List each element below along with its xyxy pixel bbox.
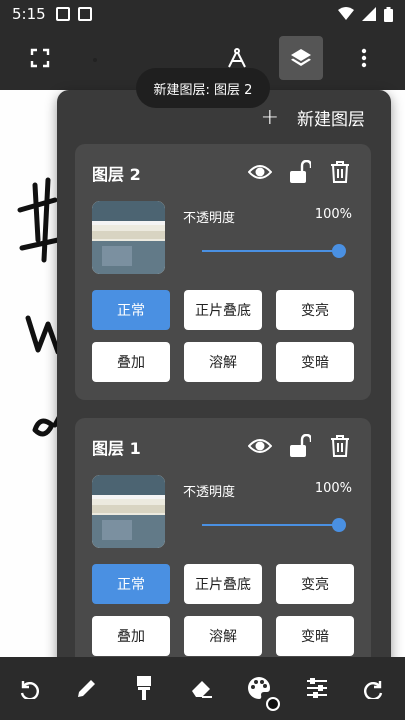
blend-normal-button[interactable]: 正常 [92,564,170,604]
layers-button[interactable] [279,36,323,80]
blend-normal-button[interactable]: 正常 [92,290,170,330]
layer-card-2[interactable]: 图层 2 不透明度 100% 正常 正片叠底 变亮 叠加 溶解 变暗 [75,144,371,400]
opacity-slider[interactable] [202,518,346,532]
more-options-button[interactable] [342,36,386,80]
eye-icon [248,165,272,179]
fullscreen-icon [30,48,50,68]
new-layer-button[interactable]: + 新建图层 [261,102,365,132]
status-bar: 5:15 [0,0,405,28]
layer-name: 图层 2 [92,165,141,184]
opacity-label: 不透明度 [183,485,236,500]
new-layer-label: 新建图层 [297,109,365,130]
layer-card-1[interactable]: 图层 1 不透明度 100% 正常 正片叠底 变亮 叠加 溶解 变暗 [75,418,371,674]
pencil-tool-button[interactable] [72,673,102,703]
unlock-icon [290,434,311,457]
brush-tool-button[interactable] [129,673,159,703]
slider-knob[interactable] [332,244,346,258]
layer-thumbnail [92,475,165,548]
layer-name: 图层 1 [92,439,141,458]
adjustments-button[interactable] [302,673,332,703]
more-vert-icon [361,48,367,68]
visibility-toggle[interactable] [247,433,273,459]
blend-overlay-button[interactable]: 叠加 [92,342,170,382]
delete-layer-button[interactable] [327,433,353,459]
redo-button[interactable] [360,673,390,703]
battery-icon [384,6,393,22]
trash-icon [331,161,349,183]
signal-icon [362,7,376,21]
blend-multiply-button[interactable]: 正片叠底 [184,564,262,604]
visibility-toggle[interactable] [247,159,273,185]
blend-lighten-button[interactable]: 变亮 [276,290,354,330]
bottom-toolbar [0,657,405,720]
gallery-notification-icon [55,7,70,21]
pencil-icon [78,680,95,697]
layers-panel: + 新建图层 图层 2 不透明度 100% 正常 正片叠底 变亮 叠加 溶解 变… [57,90,391,692]
status-time: 5:15 [12,5,46,23]
brush-size-dot [93,58,97,62]
opacity-label: 不透明度 [183,211,236,226]
app-notification-icon [77,7,92,21]
blend-overlay-button[interactable]: 叠加 [92,616,170,656]
opacity-value: 100% [314,481,352,496]
plus-icon: + [260,104,279,130]
blend-dissolve-button[interactable]: 溶解 [184,342,262,382]
undo-icon [20,681,39,699]
eraser-tool-button[interactable] [187,673,217,703]
eraser-icon [192,681,212,698]
blend-darken-button[interactable]: 变暗 [276,616,354,656]
lock-toggle[interactable] [287,159,313,185]
blend-dissolve-button[interactable]: 溶解 [184,616,262,656]
lock-toggle[interactable] [287,433,313,459]
undo-button[interactable] [13,673,43,703]
blend-darken-button[interactable]: 变暗 [276,342,354,382]
blend-lighten-button[interactable]: 变亮 [276,564,354,604]
eye-icon [248,439,272,453]
wifi-icon [338,7,354,20]
layer-thumbnail [92,201,165,274]
layers-icon [291,49,311,66]
opacity-value: 100% [314,207,352,222]
unlock-icon [290,160,311,183]
trash-icon [331,435,349,457]
home-indicator[interactable] [266,697,280,711]
blend-multiply-button[interactable]: 正片叠底 [184,290,262,330]
opacity-slider[interactable] [202,244,346,258]
fullscreen-button[interactable] [18,36,62,80]
slider-knob[interactable] [332,518,346,532]
compass-icon [228,48,246,68]
delete-layer-button[interactable] [327,159,353,185]
brush-icon [137,676,151,700]
sliders-icon [307,678,327,698]
palette-icon [248,677,270,699]
new-layer-tooltip: 新建图层: 图层 2 [136,68,270,108]
redo-icon [364,681,383,699]
